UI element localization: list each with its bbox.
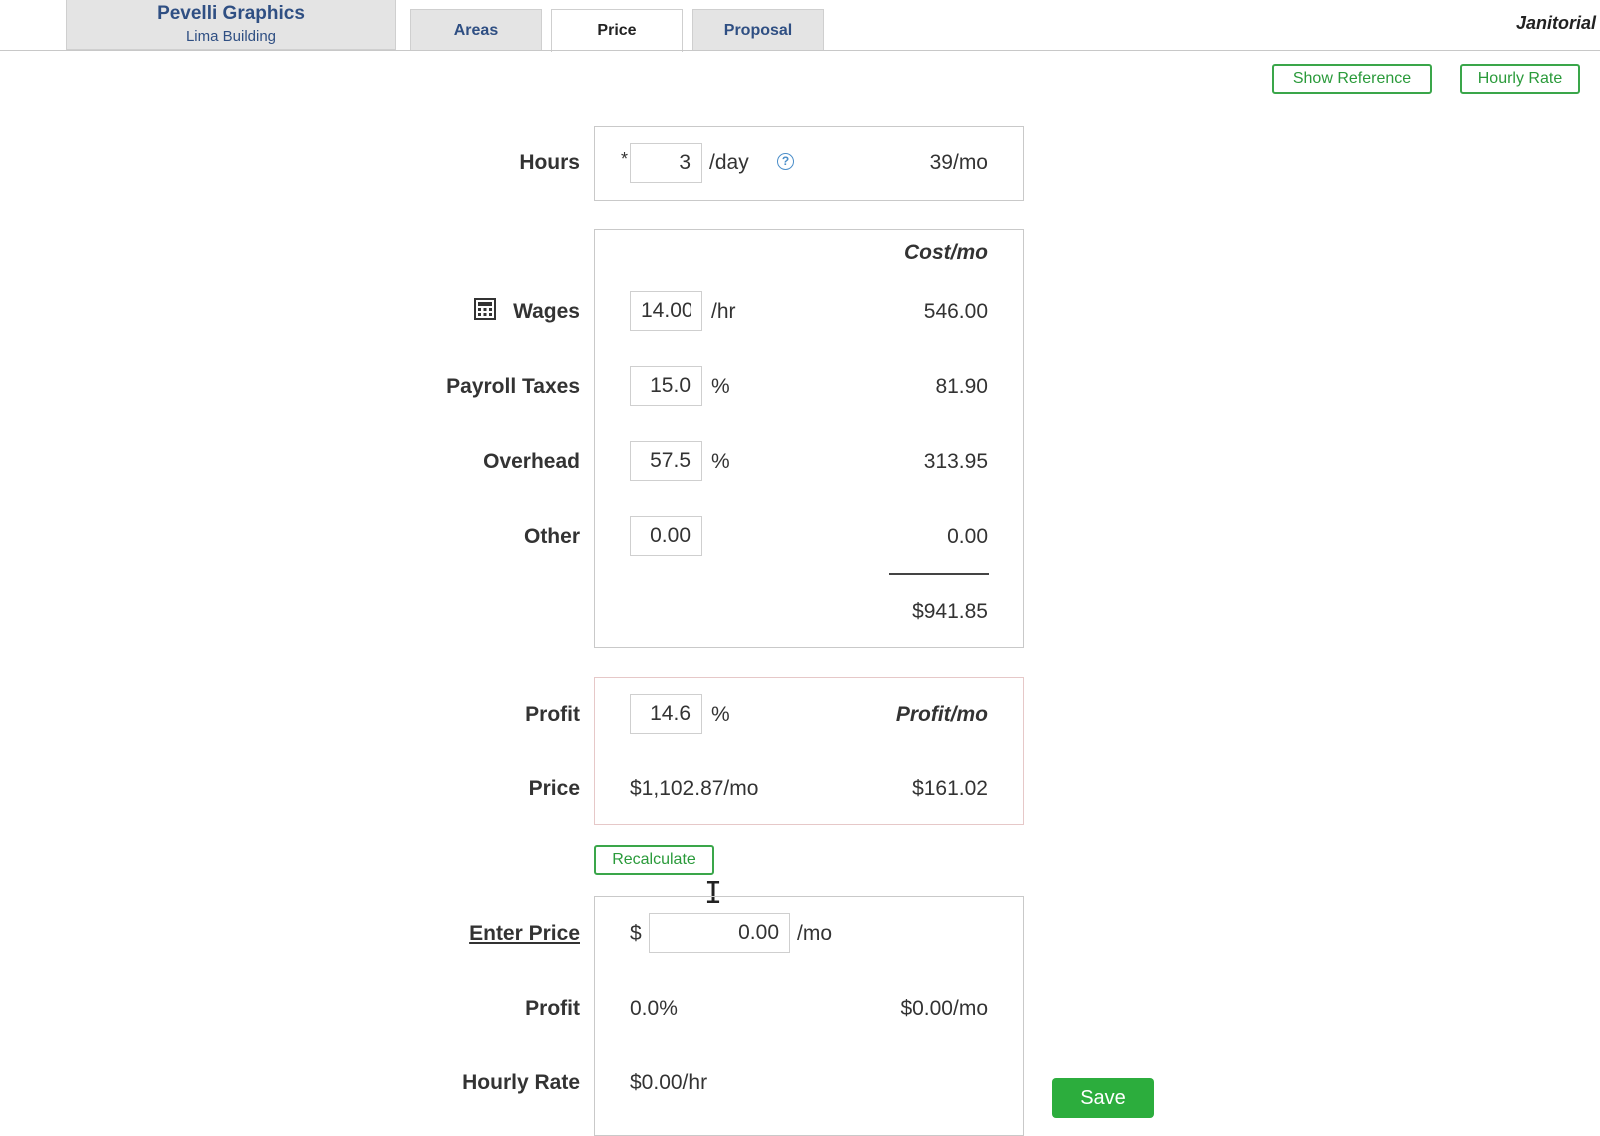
wages-label: Wages	[513, 300, 580, 323]
price-label: Price	[528, 777, 580, 800]
profit-column-header: Profit/mo	[895, 703, 988, 726]
hours-per-day-input[interactable]	[630, 143, 702, 183]
client-tab[interactable]: Pevelli Graphics Lima Building	[66, 0, 396, 50]
payroll-taxes-cost: 81.90	[935, 375, 988, 398]
entered-profit-amount: $0.00/mo	[900, 997, 988, 1020]
hourly-rate-button[interactable]: Hourly Rate	[1460, 64, 1580, 94]
other-input[interactable]	[630, 516, 702, 556]
hours-label: Hours	[519, 151, 580, 174]
overhead-input[interactable]	[630, 441, 702, 481]
cost-column-header: Cost/mo	[904, 241, 988, 264]
client-building: Lima Building	[185, 28, 277, 45]
entered-profit-label: Profit	[525, 997, 580, 1020]
save-button[interactable]: Save	[1052, 1078, 1154, 1118]
overhead-cost: 313.95	[923, 450, 988, 473]
required-asterisk: *	[621, 149, 629, 169]
show-reference-button[interactable]: Show Reference	[1272, 64, 1432, 94]
recalculate-button[interactable]: Recalculate	[594, 845, 714, 875]
other-cost: 0.00	[947, 525, 988, 548]
cost-total: $941.85	[912, 600, 988, 623]
tab-proposal[interactable]: Proposal	[692, 9, 824, 51]
hourly-rate-label: Hourly Rate	[462, 1071, 580, 1094]
currency-symbol: $	[630, 922, 642, 945]
payroll-taxes-input[interactable]	[630, 366, 702, 406]
wages-cost: 546.00	[923, 300, 988, 323]
tab-price[interactable]: Price	[551, 9, 683, 52]
enter-price-unit: /mo	[797, 922, 833, 945]
total-rule	[889, 573, 989, 575]
wages-unit: /hr	[711, 300, 736, 323]
hourly-rate-value: $0.00/hr	[630, 1071, 708, 1094]
payroll-taxes-label: Payroll Taxes	[446, 375, 580, 398]
hours-monthly: 39/mo	[929, 151, 988, 174]
payroll-taxes-unit: %	[711, 375, 730, 398]
profit-label: Profit	[525, 703, 580, 726]
enter-price-input[interactable]	[649, 913, 790, 953]
profit-unit: %	[711, 703, 730, 726]
tab-bar-divider	[0, 50, 1600, 51]
client-name: Pevelli Graphics	[157, 3, 305, 24]
tab-areas[interactable]: Areas	[410, 9, 542, 51]
overhead-label: Overhead	[483, 450, 580, 473]
entered-profit-percent: 0.0%	[630, 997, 678, 1020]
enter-price-link[interactable]: Enter Price	[280, 922, 580, 946]
page-title: Janitorial	[1515, 13, 1596, 33]
profit-percent-input[interactable]	[630, 694, 702, 734]
price-value: $1,102.87/mo	[630, 777, 759, 800]
wages-rate-input[interactable]	[630, 291, 702, 331]
hours-unit: /day	[709, 151, 749, 174]
profit-amount: $161.02	[912, 777, 988, 800]
other-label: Other	[523, 525, 580, 548]
overhead-unit: %	[711, 450, 730, 473]
